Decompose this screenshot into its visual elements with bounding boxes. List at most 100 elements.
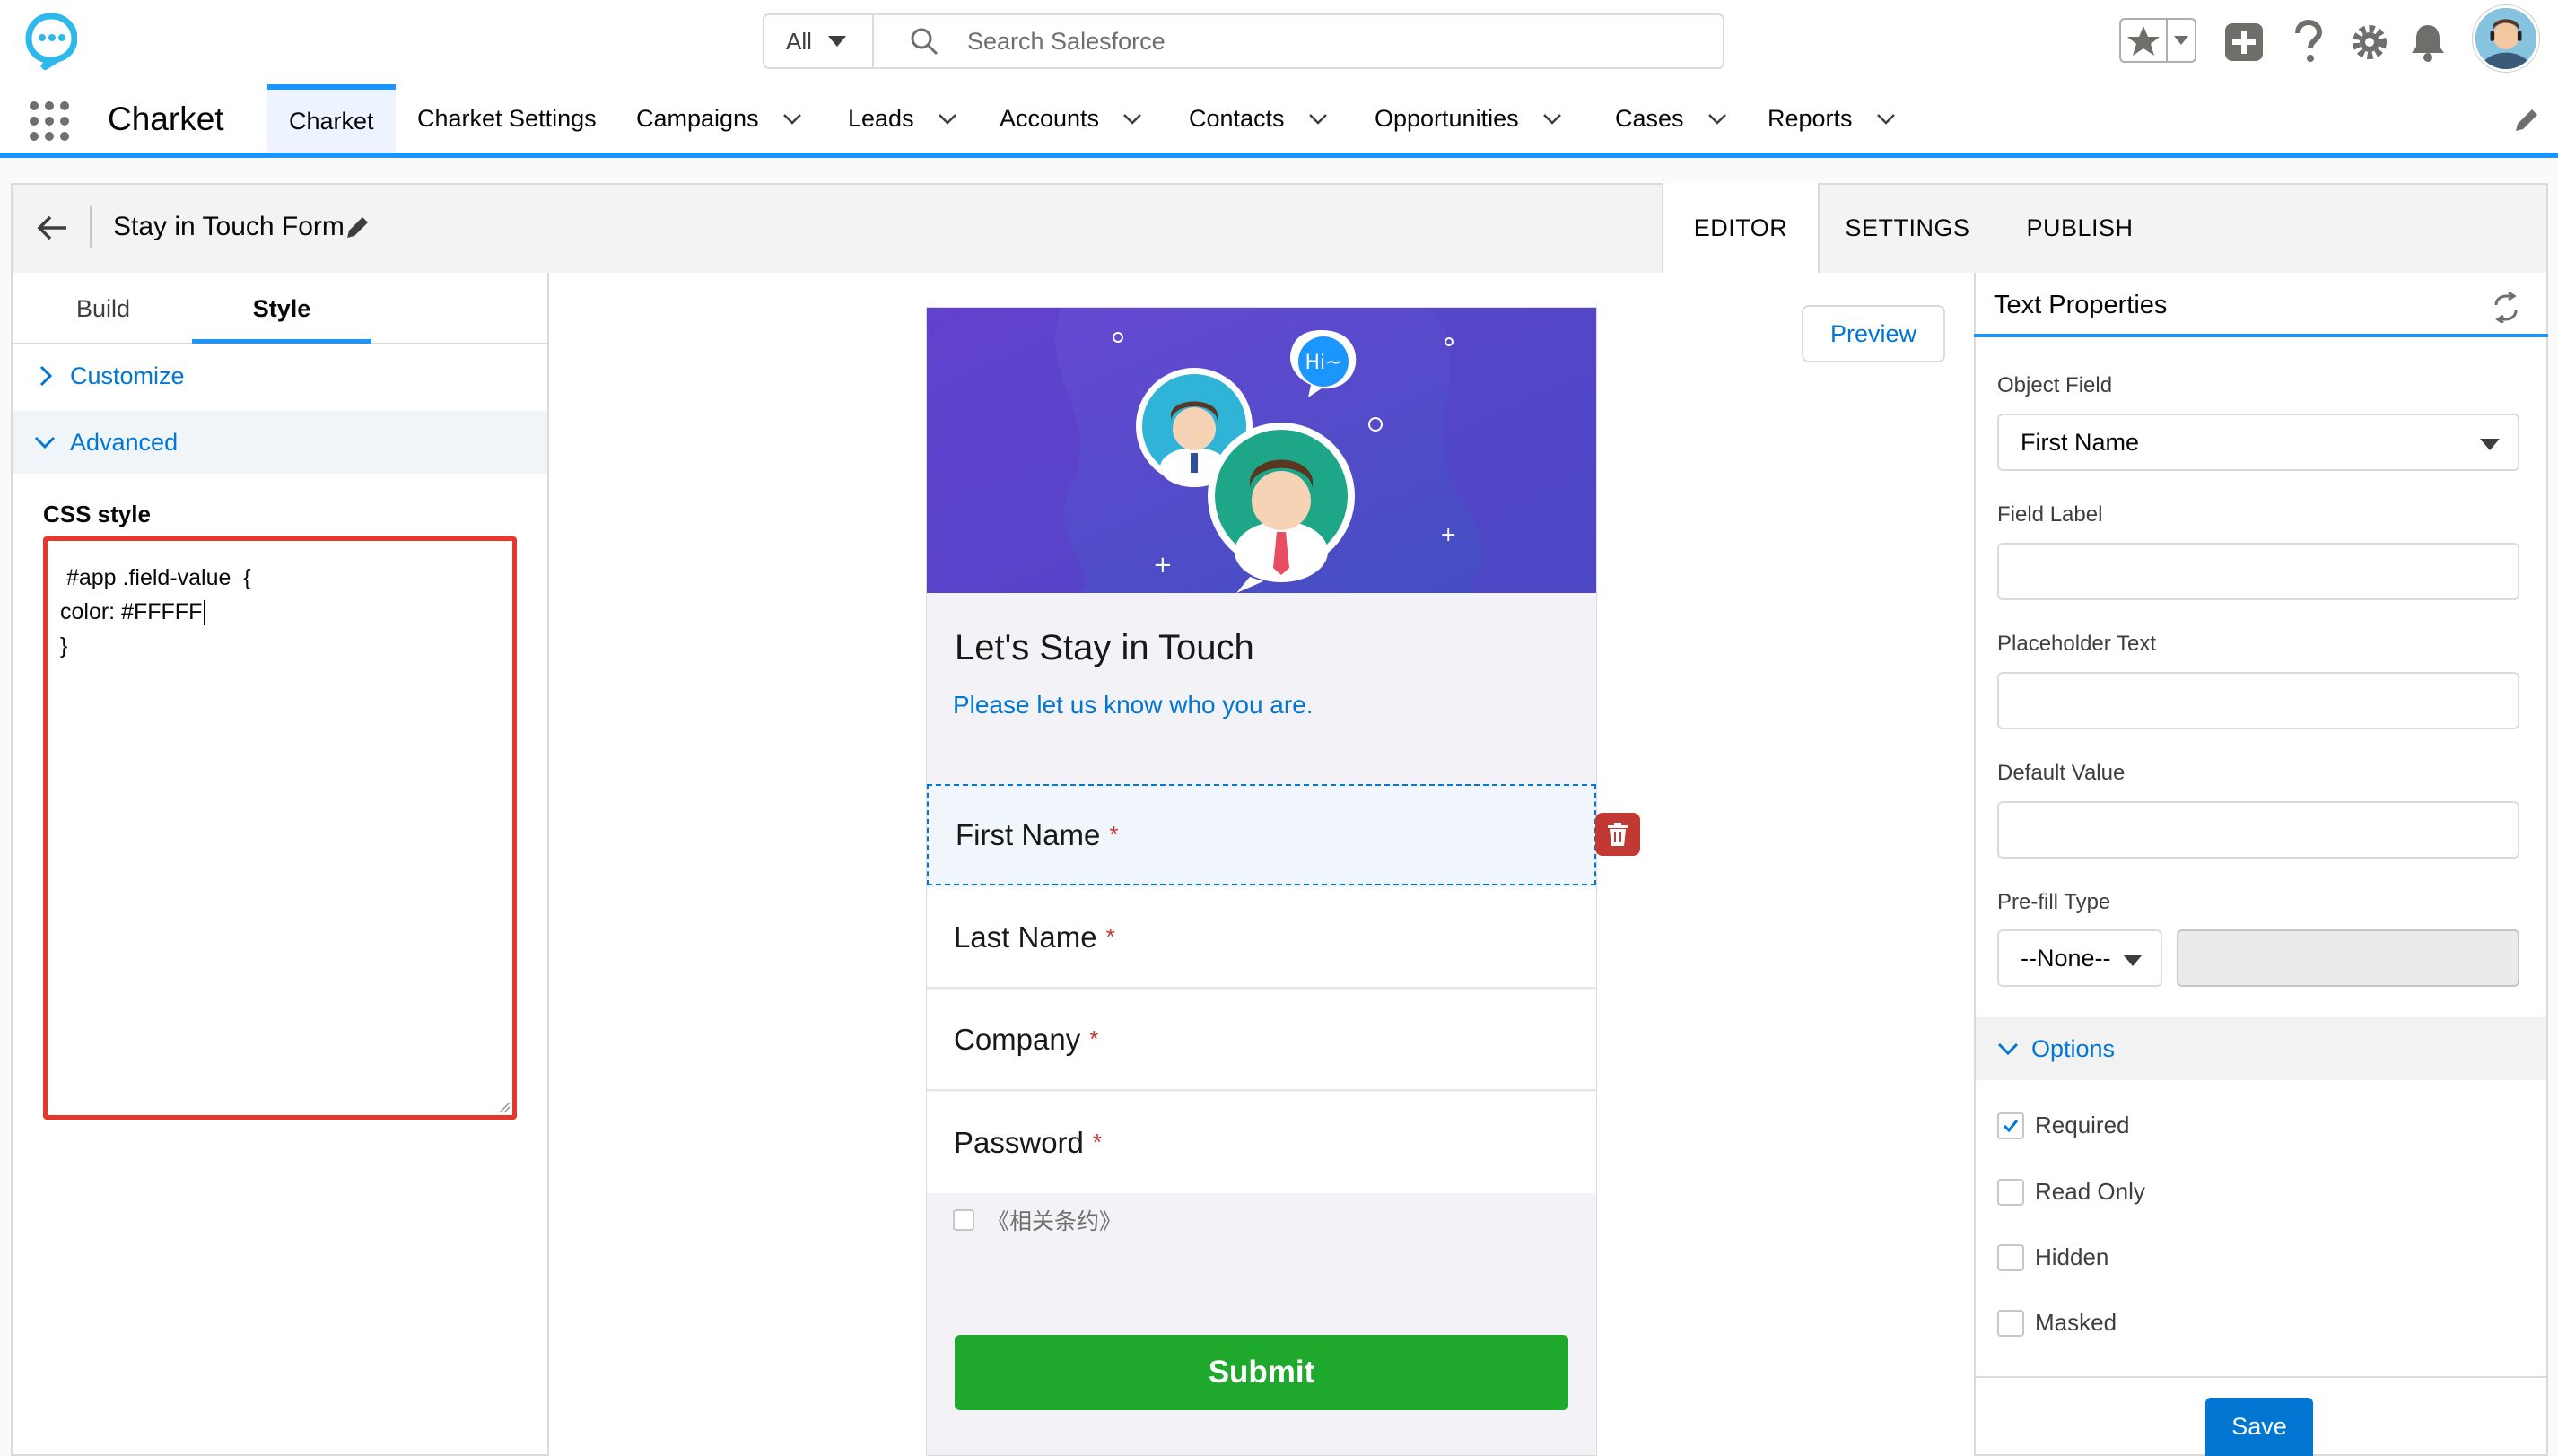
option-read-only[interactable]: Read Only [1997,1178,2145,1206]
nav-tab-cases[interactable]: Cases [1615,84,1727,153]
terms-checkbox-row[interactable]: 《相关条约》 [953,1204,1122,1236]
css-style-label: CSS style [43,501,151,527]
css-style-textarea[interactable]: #app .field-value { color: #FFFFF } [43,536,517,1120]
tab-editor[interactable]: EDITOR [1662,183,1820,273]
chevron-down-icon [2480,439,2500,450]
prefill-value-input [2177,929,2519,987]
object-field-select[interactable]: First Name [1997,414,2519,471]
chevron-down-icon[interactable] [782,109,802,128]
nav-tab-label: Charket Settings [417,104,597,132]
required-asterisk: * [1092,1129,1103,1155]
section-options[interactable]: Options [1976,1017,2546,1080]
checkbox-masked[interactable] [1997,1309,2024,1337]
active-tab-indicator [192,339,371,344]
option-masked[interactable]: Masked [1997,1309,2117,1337]
nav-tab-leads[interactable]: Leads [848,84,957,153]
chevron-down-icon[interactable] [1308,109,1328,128]
required-asterisk: * [1089,1025,1099,1052]
charket-logo-icon[interactable] [25,13,78,71]
terms-label: 《相关条约》 [987,1209,1122,1234]
option-hidden[interactable]: Hidden [1997,1243,2108,1271]
section-advanced[interactable]: Advanced [13,411,547,474]
prefill-type-select[interactable]: --None-- [1997,929,2162,987]
field-label-label: Field Label [1997,502,2103,527]
nav-tab-charket[interactable]: Charket [267,84,396,153]
search-icon [911,28,939,56]
user-avatar[interactable] [2473,5,2539,72]
option-label: Required [2035,1112,2130,1138]
option-label: Masked [2035,1309,2117,1336]
object-field-value: First Name [2021,428,2140,456]
css-line: } [60,633,68,658]
chevron-down-icon [1997,1042,2019,1056]
save-button[interactable]: Save [2205,1398,2313,1456]
placeholder-text-input[interactable] [1997,672,2519,729]
nav-tab-accounts[interactable]: Accounts [1000,84,1142,153]
tab-style[interactable]: Style [192,273,371,344]
setup-gear-icon[interactable] [2349,22,2390,63]
nav-tab-charket-settings[interactable]: Charket Settings [417,84,597,153]
nav-tab-reports[interactable]: Reports [1768,84,1896,153]
swap-icon[interactable] [2491,292,2521,323]
field-last-name[interactable]: Last Name * [927,887,1596,989]
edit-nav-pencil-icon[interactable] [2512,106,2541,135]
section-customize[interactable]: Customize [13,344,547,407]
tab-publish[interactable]: PUBLISH [2006,183,2153,273]
svg-text:+: + [1440,524,1456,546]
properties-title-underline [1974,334,2548,337]
global-search[interactable]: All Search Salesforce [763,13,1724,69]
search-scope-dropdown[interactable]: All [764,15,874,67]
nav-tab-contacts[interactable]: Contacts [1189,84,1328,153]
chevron-down-icon[interactable] [1876,109,1896,128]
add-icon[interactable] [2223,22,2265,63]
nav-tab-opportunities[interactable]: Opportunities [1375,84,1562,153]
panel-footer-divider [1976,1376,2546,1378]
css-line-text: color: #FFFFF [60,599,203,624]
notifications-bell-icon[interactable] [2408,22,2448,63]
terms-checkbox[interactable] [953,1209,974,1231]
submit-button[interactable]: Submit [955,1335,1568,1410]
nav-tab-campaigns[interactable]: Campaigns [636,84,802,153]
chevron-down-icon[interactable] [938,109,957,128]
properties-title: Text Properties [1994,291,2168,319]
favorites-menu-chevron-icon[interactable] [2166,20,2195,61]
nav-tab-label: Reports [1768,104,1853,132]
field-password[interactable]: Password * [927,1092,1596,1193]
search-input[interactable]: Search Salesforce [967,28,1166,56]
preview-button[interactable]: Preview [1802,305,1945,362]
nav-tab-label: Charket [289,107,374,135]
field-label: Last Name [954,920,1097,954]
back-arrow-icon[interactable] [34,210,70,246]
prefill-type-value: --None-- [2021,944,2111,972]
tab-build[interactable]: Build [54,273,153,344]
checkbox-read-only[interactable] [1997,1178,2024,1206]
tab-settings[interactable]: SETTINGS [1836,183,1979,273]
form-title: Stay in Touch Form [113,212,345,241]
checkbox-required[interactable] [1997,1112,2024,1139]
user-avatar-image-icon [2475,8,2536,69]
field-label-input[interactable] [1997,543,2519,600]
checkmark-icon [2003,1119,2019,1132]
chevron-down-icon[interactable] [1122,109,1142,128]
option-required[interactable]: Required [1997,1112,2130,1139]
app-launcher-waffle-icon[interactable] [27,99,72,144]
object-field-label: Object Field [1997,373,2113,397]
field-first-name[interactable]: First Name * [927,784,1596,885]
nav-tab-label: Leads [848,104,914,132]
section-options-label: Options [2031,1034,2116,1062]
chat-illustration-icon: + + Hi~ [927,308,1596,593]
favorites-button[interactable] [2119,18,2196,63]
edit-title-pencil-icon[interactable] [345,214,371,240]
help-icon[interactable] [2290,20,2327,65]
chevron-down-icon[interactable] [1707,109,1727,128]
form-editor-toolbar [11,183,2548,273]
nav-tab-label: Cases [1615,104,1684,132]
delete-field-button[interactable] [1595,813,1640,856]
default-value-input[interactable] [1997,801,2519,859]
field-label: Password [954,1125,1084,1159]
field-company[interactable]: Company * [927,990,1596,1091]
checkbox-hidden[interactable] [1997,1243,2024,1271]
resize-handle-icon[interactable] [498,1101,511,1113]
chevron-down-icon[interactable] [1542,109,1562,128]
svg-text:+: + [1153,552,1173,579]
